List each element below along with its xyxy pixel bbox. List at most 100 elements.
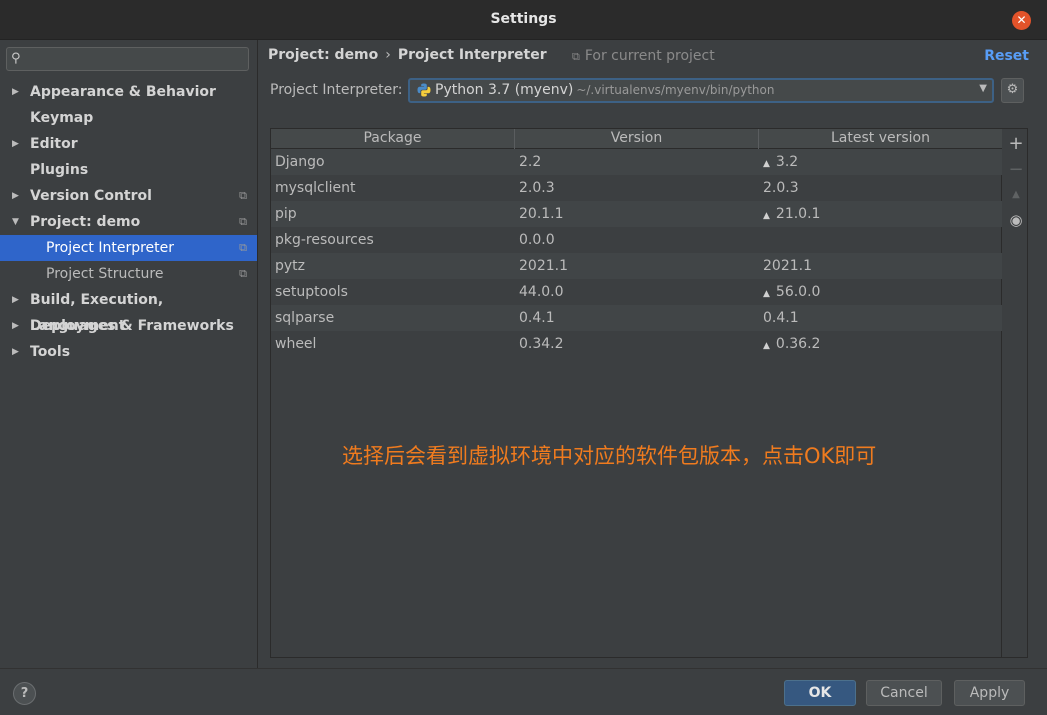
eye-icon: ◉	[1009, 211, 1023, 229]
reset-link[interactable]: Reset	[984, 48, 1029, 64]
project-scope-icon: ⧉	[572, 50, 580, 63]
python-icon	[417, 83, 431, 97]
upgrade-available-icon: ▲	[763, 159, 770, 169]
search-input[interactable]	[31, 50, 243, 68]
close-icon: ✕	[1016, 13, 1027, 27]
project-scope-icon: ⧉	[239, 215, 247, 228]
annotation-text: 选择后会看到虚拟环境中对应的软件包版本，点击OK即可	[342, 444, 877, 468]
interpreter-name: Python 3.7 (myenv)	[435, 82, 574, 98]
sidebar-item-label: Tools	[30, 344, 71, 360]
title-bar: Settings ✕	[0, 0, 1047, 40]
close-button[interactable]: ✕	[1012, 11, 1031, 30]
remove-package-button[interactable]: −	[1004, 159, 1028, 180]
project-scope-icon: ⧉	[239, 241, 247, 254]
package-name-cell: pkg-resources	[275, 232, 374, 248]
sidebar-item-project-interpreter[interactable]: Project Interpreter ⧉	[0, 235, 257, 261]
upgrade-package-button[interactable]: ▲	[1004, 189, 1028, 200]
sidebar-item-project-structure[interactable]: Project Structure ⧉	[0, 261, 257, 287]
latest-version-cell: ▲ 0.36.2	[763, 331, 820, 359]
interpreter-value: Python 3.7 (myenv) ~/.virtualenvs/myenv/b…	[435, 82, 774, 98]
upgrade-available-icon: ▲	[763, 289, 770, 299]
collapsed-arrow-icon[interactable]: ▶	[12, 79, 19, 105]
sidebar-item-editor[interactable]: ▶ Editor	[0, 131, 257, 157]
apply-button[interactable]: Apply	[954, 680, 1025, 706]
project-scope-icon: ⧉	[239, 189, 247, 202]
sidebar-item-label: Appearance & Behavior	[30, 84, 216, 100]
interpreter-select[interactable]: Python 3.7 (myenv) ~/.virtualenvs/myenv/b…	[408, 78, 994, 103]
sidebar-item-label: Editor	[30, 136, 78, 152]
table-row[interactable]: Django 2.2 ▲ 3.2	[271, 149, 1002, 175]
breadcrumb-parent[interactable]: Project: demo	[268, 47, 378, 63]
column-header-package[interactable]: Package	[271, 129, 515, 149]
column-header-version[interactable]: Version	[515, 129, 759, 149]
table-body: Django 2.2 ▲ 3.2 mysqlclient 2.0.3 2.0.3 pip 20.…	[271, 149, 1002, 357]
table-row[interactable]: mysqlclient 2.0.3 2.0.3	[271, 175, 1002, 201]
breadcrumb-separator: ›	[385, 47, 391, 63]
package-name-cell: wheel	[275, 336, 317, 352]
latest-version-cell: 2.0.3	[763, 175, 799, 201]
sidebar-item-label: Project: demo	[30, 214, 141, 230]
scope-note: ⧉ For current project	[572, 48, 715, 64]
latest-version-value: 2021.1	[763, 258, 812, 274]
chevron-down-icon: ▼	[979, 83, 987, 94]
package-version-cell: 0.34.2	[519, 336, 564, 352]
sidebar-item-keymap[interactable]: Keymap	[0, 105, 257, 131]
latest-version-value: 3.2	[775, 154, 799, 170]
scope-note-label: For current project	[584, 48, 715, 64]
package-version-cell: 2.2	[519, 154, 542, 170]
minus-icon: −	[1008, 159, 1024, 180]
package-version-cell: 0.4.1	[519, 310, 555, 326]
upgrade-available-icon: ▲	[763, 341, 770, 351]
sidebar-item-label: Languages & Frameworks	[30, 318, 234, 334]
collapsed-arrow-icon[interactable]: ▶	[12, 313, 19, 339]
interpreter-label: Project Interpreter:	[270, 82, 403, 98]
sidebar-item-tools[interactable]: ▶ Tools	[0, 339, 257, 365]
breadcrumb: Project: demo › Project Interpreter	[268, 47, 547, 63]
latest-version-cell: ▲ 21.0.1	[763, 201, 820, 229]
latest-version-cell: 0.4.1	[763, 305, 799, 331]
package-version-cell: 44.0.0	[519, 284, 564, 300]
sidebar-item-label: Version Control	[30, 188, 152, 204]
column-header-latest-version[interactable]: Latest version	[759, 129, 1002, 149]
ok-button[interactable]: OK	[784, 680, 856, 706]
table-row[interactable]: setuptools 44.0.0 ▲ 56.0.0	[271, 279, 1002, 305]
dialog-footer: ? OK Cancel Apply	[0, 668, 1047, 715]
collapsed-arrow-icon[interactable]: ▶	[12, 287, 19, 313]
packages-table-container: Package Version Latest version Django 2.2…	[270, 128, 1028, 658]
add-package-button[interactable]: +	[1004, 133, 1028, 154]
sidebar-item-version-control[interactable]: ▶ Version Control ⧉	[0, 183, 257, 209]
sidebar-item-label: Project Structure	[46, 266, 164, 282]
settings-search[interactable]: ⚲	[6, 47, 249, 71]
expanded-arrow-icon[interactable]: ▼	[12, 209, 19, 235]
interpreter-settings-button[interactable]: ⚙	[1001, 78, 1024, 103]
project-scope-icon: ⧉	[239, 267, 247, 280]
cancel-button[interactable]: Cancel	[866, 680, 942, 706]
package-name-cell: pip	[275, 206, 297, 222]
table-header: Package Version Latest version	[271, 129, 1002, 149]
table-row[interactable]: pip 20.1.1 ▲ 21.0.1	[271, 201, 1002, 227]
table-row[interactable]: sqlparse 0.4.1 0.4.1	[271, 305, 1002, 331]
sidebar-item-plugins[interactable]: Plugins	[0, 157, 257, 183]
collapsed-arrow-icon[interactable]: ▶	[12, 131, 19, 157]
triangle-up-icon: ▲	[1012, 189, 1020, 200]
table-row[interactable]: pytz 2021.1 2021.1	[271, 253, 1002, 279]
sidebar-item-build-execution-deployment[interactable]: ▶ Build, Execution, Deployment	[0, 287, 257, 334]
collapsed-arrow-icon[interactable]: ▶	[12, 339, 19, 365]
package-name-cell: sqlparse	[275, 310, 335, 326]
table-row[interactable]: pkg-resources 0.0.0	[271, 227, 1002, 253]
sidebar-item-languages-frameworks[interactable]: ▶ Languages & Frameworks	[0, 313, 257, 339]
show-early-releases-button[interactable]: ◉	[1004, 211, 1028, 229]
help-button[interactable]: ?	[13, 682, 36, 705]
sidebar-item-label: Keymap	[30, 110, 94, 126]
settings-sidebar: ⚲ ▶ Appearance & Behavior Keymap ▶ Editor Plu…	[0, 40, 258, 668]
collapsed-arrow-icon[interactable]: ▶	[12, 183, 19, 209]
gear-icon: ⚙	[1006, 82, 1019, 97]
sidebar-item-appearance-behavior[interactable]: ▶ Appearance & Behavior	[0, 79, 257, 105]
latest-version-cell: ▲ 56.0.0	[763, 279, 820, 307]
package-version-cell: 20.1.1	[519, 206, 564, 222]
table-row[interactable]: wheel 0.34.2 ▲ 0.36.2	[271, 331, 1002, 357]
latest-version-cell: ▲ 3.2	[763, 149, 798, 177]
sidebar-item-project-demo[interactable]: ▼ Project: demo ⧉	[0, 209, 257, 235]
latest-version-value: 0.4.1	[763, 310, 799, 326]
main-panel: Project: demo › Project Interpreter ⧉ For c…	[258, 40, 1047, 668]
